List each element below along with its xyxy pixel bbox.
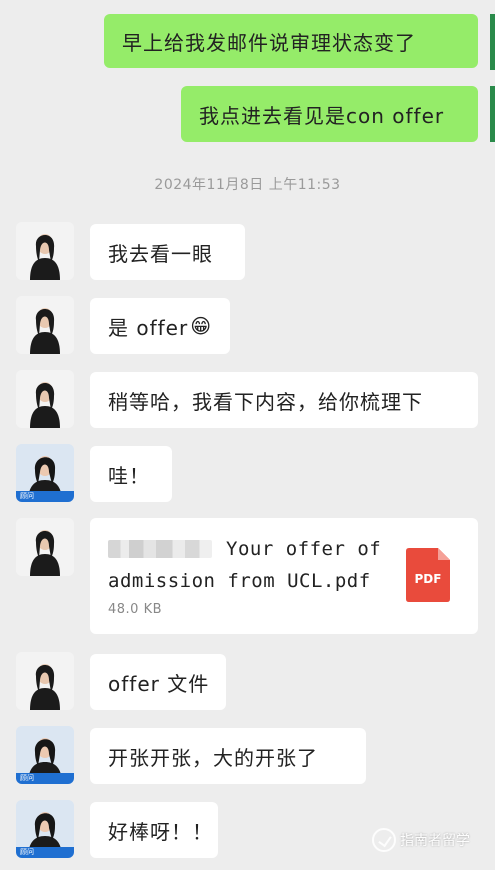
pdf-file-icon: PDF xyxy=(406,548,450,602)
message-text: 哇！ xyxy=(108,463,150,488)
message-text: offer 文件 xyxy=(108,671,210,696)
pdf-label: PDF xyxy=(414,572,442,586)
incoming-message-2[interactable]: 是 offer 😁 xyxy=(90,298,230,354)
watermark-text: 指南者留学 xyxy=(400,833,470,849)
message-text: 好棒呀！！ xyxy=(108,819,213,844)
contact-avatar[interactable] xyxy=(16,370,74,428)
outgoing-message-1[interactable]: 早上给我发邮件说审理状态变了 xyxy=(104,14,478,68)
blurred-name xyxy=(108,540,212,558)
file-message-card[interactable]: Your offer of admission from UCL.pdf 48.… xyxy=(90,518,478,634)
message-text: 稍等哈，我看下内容，给你梳理下 xyxy=(108,389,423,414)
message-text: 我点进去看见是con offer xyxy=(199,103,445,128)
advisor-tag: 顾问 xyxy=(16,491,74,502)
file-name-line2: admission from UCL.pdf xyxy=(108,570,371,592)
watermark: 指南者留学 xyxy=(372,828,470,852)
message-text: 是 offer xyxy=(108,315,189,340)
outgoing-message-2[interactable]: 我点进去看见是con offer xyxy=(181,86,478,142)
advisor-avatar[interactable]: 顾问 xyxy=(16,800,74,858)
advisor-avatar[interactable]: 顾问 xyxy=(16,444,74,502)
message-text: 早上给我发邮件说审理状态变了 xyxy=(122,30,416,55)
message-text: 开张开张，大的开张了 xyxy=(108,745,318,770)
contact-avatar[interactable] xyxy=(16,222,74,280)
incoming-message-1[interactable]: 我去看一眼 xyxy=(90,224,245,280)
file-name-line1: Your offer of xyxy=(226,538,382,560)
check-circle-icon xyxy=(372,828,396,852)
self-avatar-edge[interactable] xyxy=(490,86,495,142)
file-size: 48.0 KB xyxy=(108,602,163,617)
message-text: 我去看一眼 xyxy=(108,241,213,266)
contact-avatar[interactable] xyxy=(16,518,74,576)
incoming-message-4[interactable]: 哇！ xyxy=(90,446,172,502)
contact-avatar[interactable] xyxy=(16,652,74,710)
incoming-message-6[interactable]: offer 文件 xyxy=(90,654,226,710)
incoming-message-3[interactable]: 稍等哈，我看下内容，给你梳理下 xyxy=(90,372,478,428)
contact-avatar[interactable] xyxy=(16,296,74,354)
advisor-avatar[interactable]: 顾问 xyxy=(16,726,74,784)
self-avatar-edge[interactable] xyxy=(490,14,495,70)
advisor-tag: 顾问 xyxy=(16,847,74,858)
advisor-tag: 顾问 xyxy=(16,773,74,784)
grin-emoji-icon: 😁 xyxy=(190,314,213,338)
incoming-message-8[interactable]: 好棒呀！！ xyxy=(90,802,218,858)
chat-timestamp: 2024年11月8日 上午11:53 xyxy=(154,177,341,193)
incoming-message-7[interactable]: 开张开张，大的开张了 xyxy=(90,728,366,784)
